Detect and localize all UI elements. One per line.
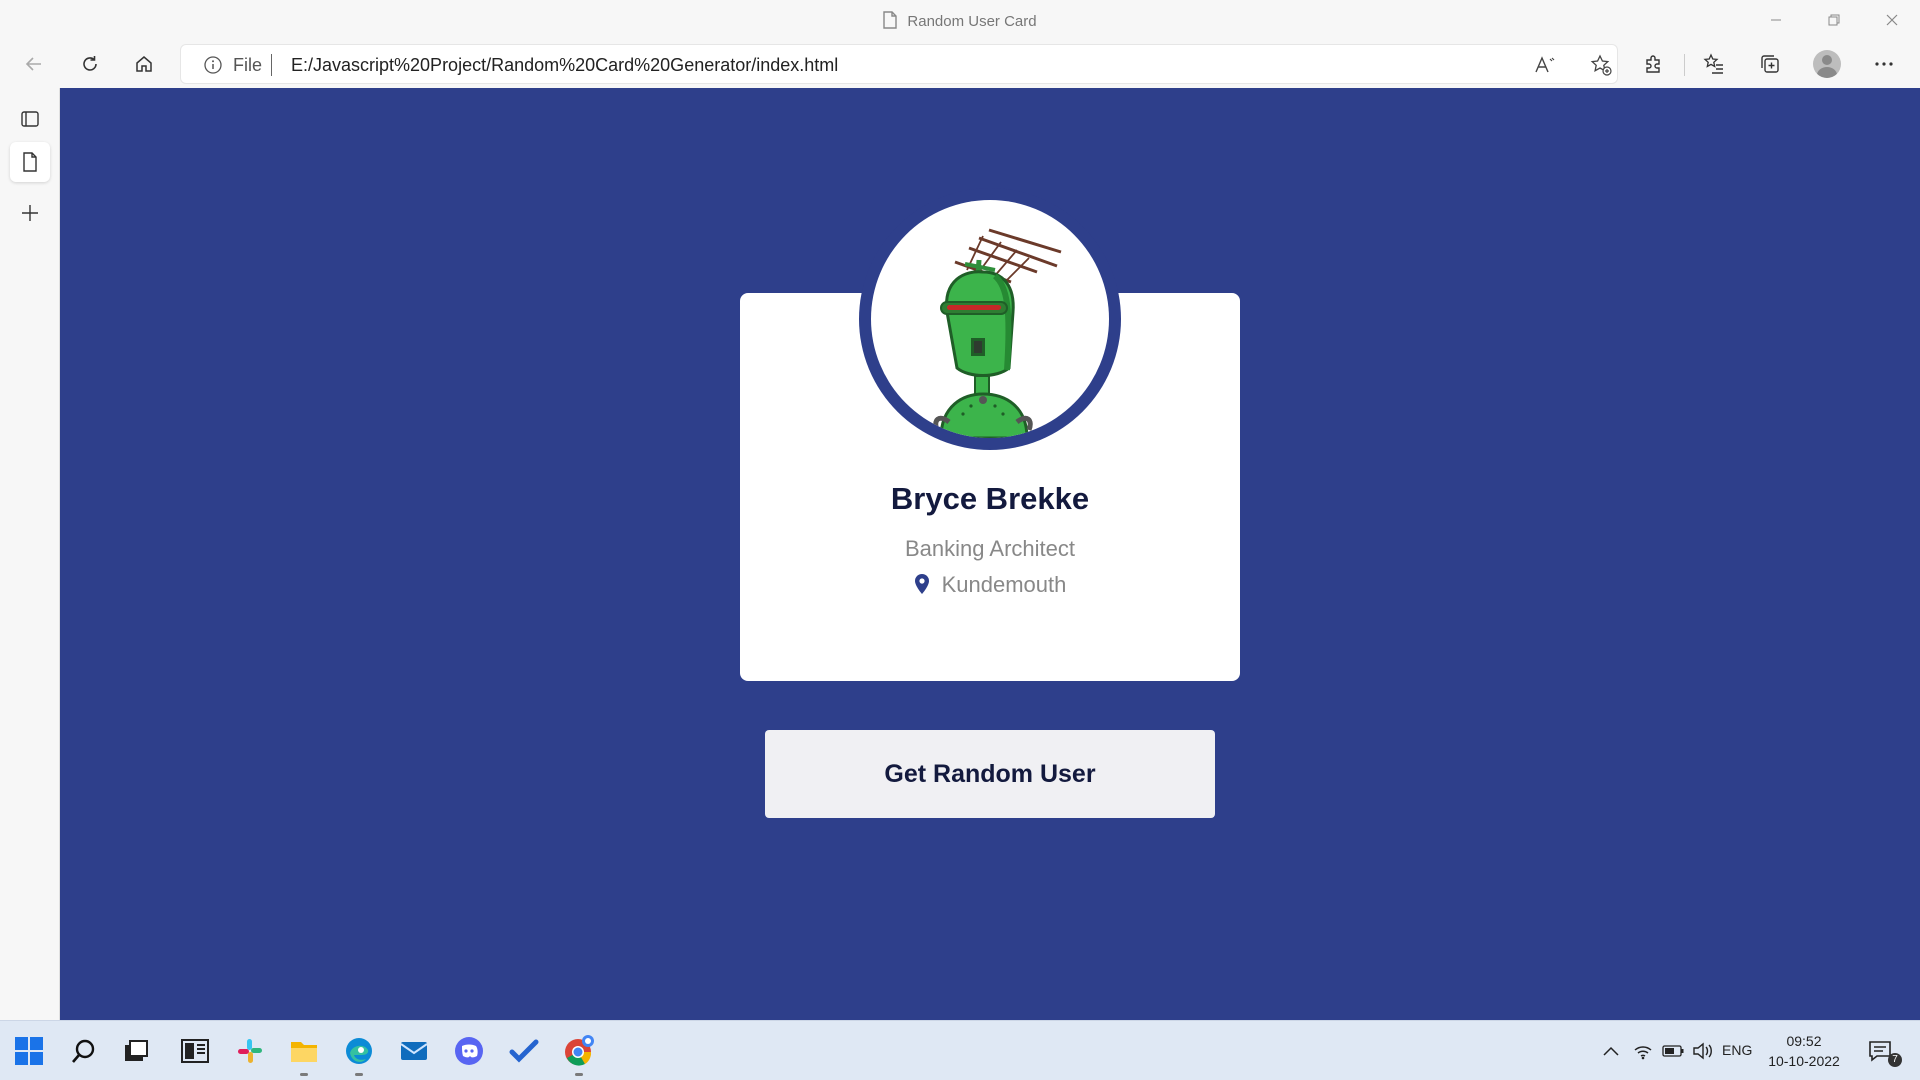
taskbar-discord[interactable] [449,1031,489,1071]
window-title-container: Random User Card [0,11,1920,33]
restore-button[interactable] [1806,0,1862,40]
system-clock[interactable]: 09:52 10-10-2022 [1766,1031,1842,1071]
home-icon [136,56,152,72]
slack-icon [238,1039,262,1063]
user-photo-frame [859,188,1121,450]
task-view-button[interactable] [116,1031,156,1071]
extensions-button[interactable] [1636,46,1672,82]
folder-icon [291,1042,317,1062]
taskbar-mail[interactable] [394,1031,434,1071]
battery-status[interactable] [1660,1039,1686,1063]
scheme-label: File [233,55,263,75]
taskbar-todo[interactable] [504,1031,544,1071]
taskbar-chrome[interactable] [559,1031,599,1076]
plus-icon [22,205,38,221]
running-indicator [355,1073,363,1076]
new-tab-button[interactable] [10,193,50,233]
address-divider [271,54,272,76]
read-aloud-icon[interactable] [1533,53,1557,77]
discord-icon [455,1037,483,1065]
edge-icon [346,1038,372,1064]
taskbar-slack[interactable] [230,1031,270,1071]
clock-time: 09:52 [1786,1033,1822,1049]
tab-actions-button[interactable] [10,99,50,139]
user-location: Kundemouth [740,572,1240,601]
windows-logo-icon [15,1037,43,1065]
collections-button[interactable] [1752,46,1788,82]
refresh-icon [83,56,97,71]
window-title: Random User Card [907,13,1037,30]
wifi-icon [1634,1046,1652,1060]
profile-button[interactable] [1809,46,1845,82]
show-hidden-icons-button[interactable] [1600,1039,1622,1063]
document-icon [883,11,898,33]
running-indicator [575,1073,583,1076]
settings-more-button[interactable] [1866,46,1902,82]
more-dots-icon [1875,62,1893,66]
windows-taskbar: ENG 09:52 10-10-2022 7 [0,1020,1920,1080]
user-photo [871,200,1109,438]
favorites-star-list-icon [1703,53,1723,74]
notification-count-badge: 7 [1888,1053,1902,1067]
input-language[interactable]: ENG [1722,1042,1752,1058]
chevron-up-icon [1603,1046,1619,1056]
browser-toolbar: File E:/Javascript%20Project/Random%20Ca… [0,40,1920,88]
page-icon [23,152,37,172]
home-button[interactable] [126,46,162,82]
user-job-title: Banking Architect [905,536,1075,561]
search-icon [72,1039,95,1063]
taskbar-file-explorer[interactable] [284,1031,324,1076]
profile-avatar-icon [1813,50,1841,78]
volume-control[interactable] [1690,1039,1716,1063]
location-pin-icon [914,573,930,601]
task-view-icon [125,1040,148,1061]
tab-random-user-card[interactable] [10,142,50,182]
window-titlebar: Random User Card [0,0,1920,40]
toolbar-divider [1684,54,1685,76]
favorites-button[interactable] [1696,46,1732,82]
add-favorite-icon[interactable] [1589,53,1613,77]
widgets-button[interactable] [175,1031,215,1071]
user-name: Bryce Brekke [890,481,1090,516]
search-button[interactable] [64,1031,104,1071]
taskbar-edge[interactable] [339,1031,379,1076]
refresh-button[interactable] [72,46,108,82]
back-button[interactable] [16,46,52,82]
get-random-user-button[interactable]: Get Random User [765,730,1215,818]
running-indicator [300,1073,308,1076]
network-status[interactable] [1632,1039,1654,1063]
back-arrow-icon [25,57,41,71]
start-button[interactable] [9,1031,49,1071]
close-button[interactable] [1864,0,1920,40]
puzzle-icon [1646,55,1660,73]
url-text[interactable]: E:/Javascript%20Project/Random%20Card%20… [291,55,838,76]
mail-icon [400,1042,428,1060]
clock-date: 10-10-2022 [1768,1053,1840,1069]
battery-icon [1662,1045,1684,1057]
widgets-icon [181,1039,209,1063]
robot-avatar-icon [933,228,1062,438]
address-bar[interactable]: File E:/Javascript%20Project/Random%20Ca… [180,44,1618,84]
minimize-button[interactable] [1748,0,1804,40]
vertical-tab-strip [0,88,60,1020]
info-icon[interactable] [203,55,223,80]
todo-check-icon [509,1039,539,1063]
tab-actions-icon [21,111,39,127]
collections-icon [1761,55,1779,73]
user-location-text: Kundemouth [941,572,1067,597]
page-viewport: Bryce Brekke Banking Architect Kundemout… [60,88,1920,1020]
chrome-icon [565,1035,594,1066]
speaker-icon [1693,1042,1712,1060]
